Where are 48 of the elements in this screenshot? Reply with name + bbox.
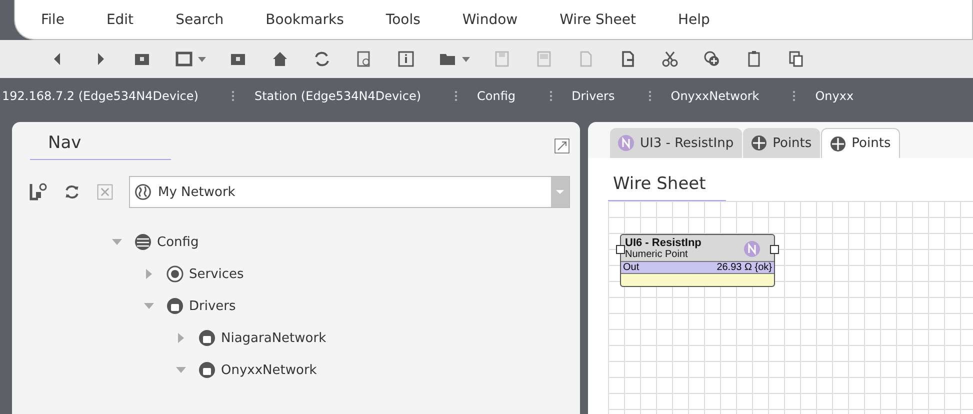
- globe-icon: [134, 183, 152, 201]
- caret-icon[interactable]: [462, 56, 470, 62]
- tree-item[interactable]: Drivers: [189, 298, 236, 314]
- menu-item[interactable]: Search: [176, 12, 224, 28]
- network-dropdown[interactable]: My Network: [129, 176, 570, 208]
- node-title: UI6 - ResistInp: [625, 237, 702, 249]
- window-icon[interactable]: [174, 49, 194, 69]
- caret-icon: [555, 189, 565, 195]
- grid-circle-icon: [830, 136, 846, 152]
- numeric-icon: [744, 240, 760, 256]
- menu-item[interactable]: Tools: [386, 12, 420, 28]
- tree-item[interactable]: OnyxxNetwork: [221, 362, 317, 378]
- breadcrumb-link[interactable]: Drivers: [572, 89, 615, 103]
- refresh-icon[interactable]: [312, 49, 332, 69]
- tree-item[interactable]: NiagaraNetwork: [221, 330, 326, 346]
- slot-name: Out: [623, 262, 640, 273]
- breadcrumb-link[interactable]: Config: [477, 89, 516, 103]
- grid-circle-icon: [750, 135, 767, 151]
- tab[interactable]: UI3 - ResistInp: [610, 128, 742, 158]
- info-icon[interactable]: [396, 49, 416, 69]
- menu-item[interactable]: File: [41, 12, 64, 28]
- gear-icon: [166, 265, 184, 283]
- breadcrumb-link[interactable]: Station (Edge534N4Device): [254, 89, 422, 103]
- tree-icon[interactable]: [28, 182, 48, 202]
- panel-title[interactable]: Nav: [30, 132, 172, 160]
- menu-item[interactable]: Edit: [106, 12, 134, 28]
- database-icon: [134, 233, 152, 251]
- cut-icon[interactable]: [660, 49, 680, 69]
- refresh-icon[interactable]: [63, 183, 81, 201]
- tree-item[interactable]: Services: [189, 266, 244, 282]
- slot-value: 26.93 Ω {ok}: [716, 262, 772, 273]
- breadcrumb-link[interactable]: OnyxxNetwork: [670, 89, 760, 103]
- breadcrumb-link[interactable]: Onyxx: [815, 89, 854, 103]
- menu-item[interactable]: Bookmarks: [266, 12, 344, 28]
- menu-item[interactable]: Help: [678, 12, 710, 28]
- input-port[interactable]: [616, 245, 625, 254]
- maximize-icon[interactable]: [554, 138, 570, 154]
- tree-item[interactable]: Config: [157, 234, 199, 250]
- numeric-icon: [618, 135, 634, 151]
- menu-item[interactable]: Window: [462, 12, 518, 28]
- output-port[interactable]: [770, 245, 779, 254]
- tab[interactable]: Points: [742, 128, 820, 158]
- node-type: Numeric Point: [625, 249, 689, 260]
- add-icon[interactable]: [702, 49, 722, 69]
- menu-item[interactable]: Wire Sheet: [560, 12, 636, 28]
- caret-icon[interactable]: [198, 56, 206, 62]
- tab[interactable]: Points: [820, 128, 900, 158]
- breadcrumb-link[interactable]: 192.168.7.2 (Edge534N4Device): [2, 89, 198, 103]
